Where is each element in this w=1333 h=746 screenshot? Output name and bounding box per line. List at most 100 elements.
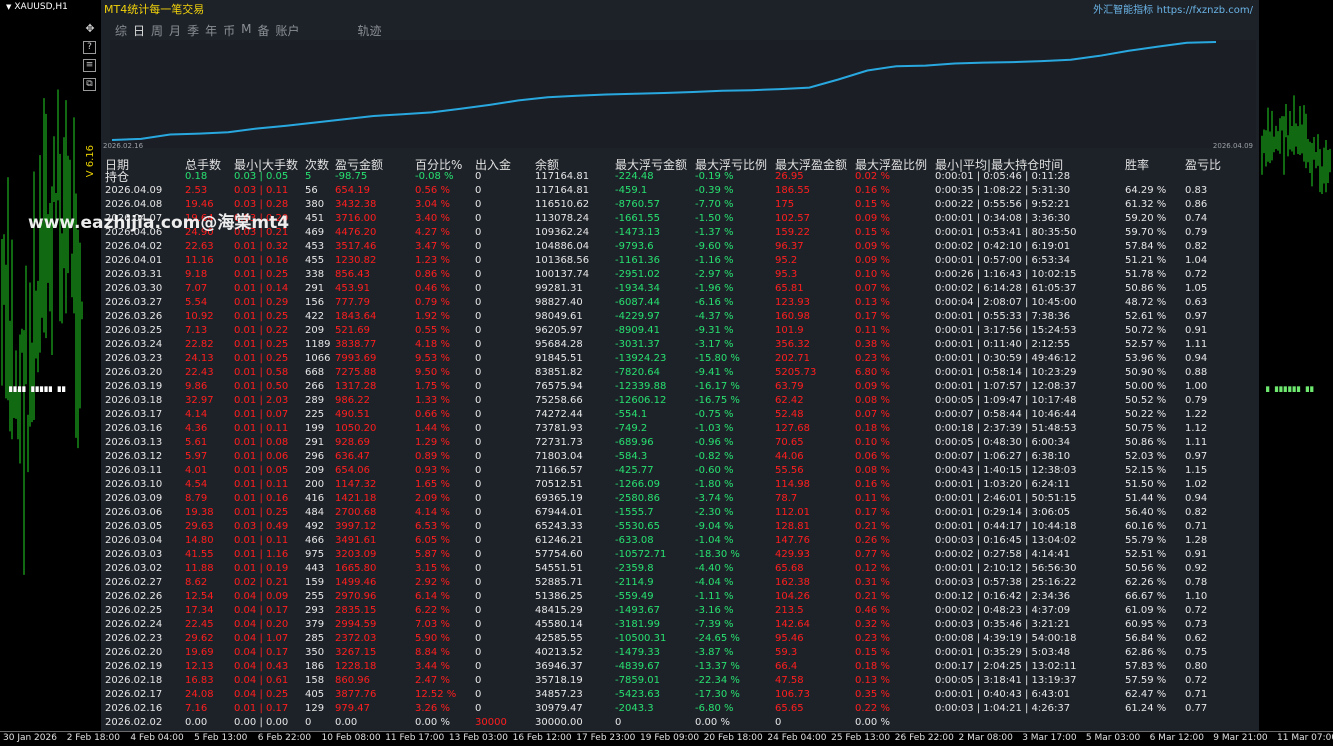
table-row[interactable]: 2026.03.02 11.88 0.01 | 0.19 443 1665.80 3.15… xyxy=(101,562,1259,576)
cell-4: 654.06 xyxy=(335,465,370,476)
table-row[interactable]: 2026.03.13 5.61 0.01 | 0.08 291 928.69 1.29 %… xyxy=(101,436,1259,450)
table-row[interactable]: 2026.04.02 22.63 0.01 | 0.32 453 3517.46 3.47… xyxy=(101,240,1259,254)
table-row[interactable]: 2026.04.09 2.53 0.03 | 0.11 56 654.19 0.56 % 0… xyxy=(101,184,1259,198)
cell-7: 83851.82 xyxy=(535,367,583,378)
tab-0[interactable]: 综 xyxy=(115,22,127,39)
cell-1: 22.45 xyxy=(185,619,214,630)
cell-14: 0.74 xyxy=(1185,213,1208,224)
cell-0: 2026.03.27 xyxy=(105,297,163,308)
table-row[interactable]: 2026.02.24 22.45 0.04 | 0.20 379 2994.59 7.03… xyxy=(101,618,1259,632)
tab-6[interactable]: 币 xyxy=(223,22,235,39)
cell-11: 0.18 % xyxy=(855,423,890,434)
window-icon[interactable]: ⧉ xyxy=(83,78,96,91)
cell-9: -1.04 % xyxy=(695,535,734,546)
table-row[interactable]: 2026.02.23 29.62 0.04 | 1.07 285 2372.03 5.90… xyxy=(101,632,1259,646)
table-row[interactable]: 2026.03.05 29.63 0.03 | 0.49 492 3997.12 6.53… xyxy=(101,520,1259,534)
watermark: www.eazhijia.com@海棠mt4 xyxy=(28,213,290,233)
tab-1[interactable]: 日 xyxy=(133,22,145,39)
time-label: 11 Feb 17:00 xyxy=(385,733,445,743)
cell-4: 3877.76 xyxy=(335,689,377,700)
table-row[interactable]: 2026.02.17 24.08 0.04 | 0.25 405 3877.76 12.5… xyxy=(101,688,1259,702)
table-row[interactable]: 2026.03.06 19.38 0.01 | 0.25 484 2700.68 4.14… xyxy=(101,506,1259,520)
table-row[interactable]: 2026.03.09 8.79 0.01 | 0.16 416 1421.18 2.09 … xyxy=(101,492,1259,506)
table-row[interactable]: 2026.02.20 19.69 0.04 | 0.17 350 3267.15 8.84… xyxy=(101,646,1259,660)
cell-3: 209 xyxy=(305,325,325,336)
tab-5[interactable]: 年 xyxy=(205,22,217,39)
cell-11: 0.08 % xyxy=(855,465,890,476)
table-row[interactable]: 2026.03.26 10.92 0.01 | 0.25 422 1843.64 1.92… xyxy=(101,310,1259,324)
cell-8: -4839.67 xyxy=(615,661,660,672)
table-row[interactable]: 2026.03.24 22.82 0.01 | 0.25 1189 3838.77 4.1… xyxy=(101,338,1259,352)
cell-1: 17.34 xyxy=(185,605,214,616)
tab-7[interactable]: M xyxy=(241,22,251,39)
table-row[interactable]: 2026.03.17 4.14 0.01 | 0.07 225 490.51 0.66 %… xyxy=(101,408,1259,422)
cell-10: 5205.73 xyxy=(775,367,817,378)
table-row[interactable]: 2026.03.18 32.97 0.01 | 2.03 289 986.22 1.33 … xyxy=(101,394,1259,408)
table-row[interactable]: 2026.03.19 9.86 0.01 | 0.50 266 1317.28 1.75 … xyxy=(101,380,1259,394)
table-row[interactable]: 2026.04.01 11.16 0.01 | 0.16 455 1230.82 1.23… xyxy=(101,254,1259,268)
table-row[interactable]: 2026.03.23 24.13 0.01 | 0.25 1066 7993.69 9.5… xyxy=(101,352,1259,366)
cell-14: 0.82 xyxy=(1185,241,1208,252)
table-row[interactable]: 2026.03.10 4.54 0.01 | 0.11 200 1147.32 1.65 … xyxy=(101,478,1259,492)
table-row[interactable]: 2026.03.20 22.43 0.01 | 0.58 668 7275.88 9.50… xyxy=(101,366,1259,380)
table-row[interactable]: 2026.02.27 8.62 0.02 | 0.21 159 1499.46 2.92 … xyxy=(101,576,1259,590)
time-label: 17 Feb 23:00 xyxy=(576,733,636,743)
tab-8[interactable]: 备 xyxy=(257,22,269,39)
cell-1: 7.07 xyxy=(185,283,208,294)
table-row[interactable]: 2026.03.04 14.80 0.01 | 0.11 466 3491.61 6.05… xyxy=(101,534,1259,548)
table-row[interactable]: 2026.02.02 0.00 0.00 | 0.00 0 0.00 0.00 % 3000… xyxy=(101,716,1259,730)
tab-10[interactable]: 轨迹 xyxy=(358,22,382,39)
table-row[interactable]: 2026.03.11 4.01 0.01 | 0.05 209 654.06 0.93 %… xyxy=(101,464,1259,478)
cell-14: 0.75 xyxy=(1185,647,1208,658)
table-row[interactable]: 2026.02.25 17.34 0.04 | 0.17 293 2835.15 6.22… xyxy=(101,604,1259,618)
cell-0: 2026.03.17 xyxy=(105,409,163,420)
equity-start-date: 2026.02.16 xyxy=(103,142,144,150)
table-row[interactable]: 2026.02.16 7.16 0.01 | 0.17 129 979.47 3.26 %… xyxy=(101,702,1259,716)
tab-2[interactable]: 周 xyxy=(151,22,163,39)
cell-14: 0.71 xyxy=(1185,521,1208,532)
table-row[interactable]: 2026.02.26 12.54 0.04 | 0.09 255 2970.96 6.14… xyxy=(101,590,1259,604)
cell-8: -2114.9 xyxy=(615,577,654,588)
cell-10: 356.32 xyxy=(775,339,810,350)
cell-4: 3267.15 xyxy=(335,647,377,658)
cell-5: 0.56 % xyxy=(415,185,450,196)
cell-1: 22.43 xyxy=(185,367,214,378)
help-icon[interactable]: ? xyxy=(83,41,96,54)
cell-10: 59.3 xyxy=(775,647,798,658)
cell-9: -1.03 % xyxy=(695,423,734,434)
dropdown-arrow-icon[interactable]: ▼ xyxy=(6,3,11,11)
table-row[interactable]: 2026.02.18 16.83 0.04 | 0.61 158 860.96 2.47 … xyxy=(101,674,1259,688)
cell-10: 70.65 xyxy=(775,437,804,448)
cell-11: 0.22 % xyxy=(855,703,890,714)
table-row[interactable]: 2026.03.16 4.36 0.01 | 0.11 199 1050.20 1.44 … xyxy=(101,422,1259,436)
cell-11: 0.38 % xyxy=(855,339,890,350)
cell-7: 45580.14 xyxy=(535,619,583,630)
cell-6: 0 xyxy=(475,255,482,266)
cell-3: 422 xyxy=(305,311,325,322)
table-row[interactable]: 2026.03.25 7.13 0.01 | 0.22 209 521.69 0.55 %… xyxy=(101,324,1259,338)
cell-13: 50.90 % xyxy=(1125,367,1167,378)
cell-8: -559.49 xyxy=(615,591,654,602)
cell-6: 0 xyxy=(475,465,482,476)
brand-label[interactable]: 外汇智能指标 https://fxznzb.com/ xyxy=(1093,1,1253,16)
cell-8: -554.1 xyxy=(615,409,648,420)
table-row[interactable]: 2026.03.03 41.55 0.01 | 1.16 975 3203.09 5.87… xyxy=(101,548,1259,562)
holding-row[interactable]: 持仓 0.18 0.03 | 0.05 5 -98.75 -0.08 % 0 117164.8… xyxy=(101,170,1259,184)
tab-3[interactable]: 月 xyxy=(169,22,181,39)
cell-5: 3.47 % xyxy=(415,241,450,252)
cell-5: 1.33 % xyxy=(415,395,450,406)
tab-4[interactable]: 季 xyxy=(187,22,199,39)
table-row[interactable]: 2026.03.30 7.07 0.01 | 0.14 291 453.91 0.46 %… xyxy=(101,282,1259,296)
brand-url[interactable]: https://fxznzb.com/ xyxy=(1157,5,1253,16)
table-row[interactable]: 2026.02.19 12.13 0.04 | 0.43 186 1228.18 3.44… xyxy=(101,660,1259,674)
cell-6: 0 xyxy=(475,269,482,280)
move-icon[interactable]: ✥ xyxy=(83,22,97,36)
table-icon[interactable]: ≡ xyxy=(83,59,96,72)
table-row[interactable]: 2026.03.27 5.54 0.01 | 0.29 156 777.79 0.79 %… xyxy=(101,296,1259,310)
tab-9[interactable]: 账户 xyxy=(275,22,299,39)
cell-2: 0.01 | 0.25 xyxy=(234,339,289,350)
table-row[interactable]: 2026.03.12 5.97 0.01 | 0.06 296 636.47 0.89 %… xyxy=(101,450,1259,464)
table-row[interactable]: 2026.03.31 9.18 0.01 | 0.25 338 856.43 0.86 %… xyxy=(101,268,1259,282)
cell-9: 0.00 % xyxy=(695,717,730,728)
cell-12: 0:00:01 | 0:53:41 | 80:35:50 xyxy=(935,227,1077,238)
